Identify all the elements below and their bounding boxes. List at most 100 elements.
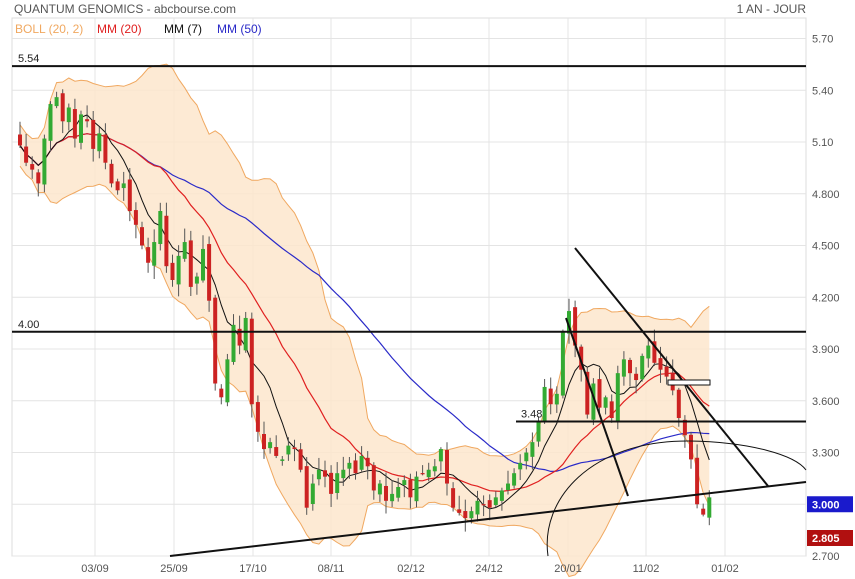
- candle-body: [255, 402, 260, 432]
- candle: [213, 294, 218, 391]
- candle-body: [292, 447, 297, 450]
- y-tick-label: 4.500: [812, 241, 840, 253]
- candle-body: [664, 366, 669, 377]
- candle-body: [597, 379, 602, 408]
- x-tick-label: 03/09: [81, 563, 109, 575]
- candle-body: [524, 452, 529, 462]
- last-price-badge-text: 2.805: [812, 533, 840, 545]
- candle-body: [121, 183, 126, 189]
- candle-body: [628, 359, 632, 374]
- price-chart: 5.54 4.00 3.48 5.70 5.40 5.10 4.800 4.500 4.200…: [11, 2, 853, 578]
- period-label: 1 AN - JOUR: [737, 2, 807, 16]
- chart-title: QUANTUM GENOMICS - abcbourse.com: [14, 2, 236, 16]
- x-axis-ticks: 03/09 25/09 17/10 08/11 02/12 24/12 20/01 11/02…: [81, 563, 739, 575]
- candle-body: [152, 242, 157, 266]
- indicator-legend: BOLL (20, 2) MM (20) MM (7) MM (50): [15, 22, 262, 36]
- candle: [640, 353, 645, 382]
- candle-body: [347, 462, 352, 469]
- candle-body: [329, 472, 334, 494]
- candle-body: [194, 276, 199, 284]
- candle-body: [518, 462, 523, 470]
- candle-body: [689, 434, 693, 460]
- candle: [42, 134, 47, 193]
- candle-body: [310, 483, 315, 505]
- y-tick-label: 2.700: [812, 551, 840, 563]
- candle-body: [554, 393, 559, 405]
- price-badges: 3.000 2.805: [807, 496, 853, 546]
- level-label-3.48: 3.48: [521, 408, 542, 420]
- candle-body: [408, 479, 413, 498]
- candle-body: [481, 504, 486, 506]
- reference-badge-text: 3.000: [812, 499, 840, 511]
- legend-item-1: MM (20): [97, 22, 142, 36]
- candle-body: [621, 359, 626, 377]
- candle-body: [164, 215, 169, 267]
- candle-body: [262, 433, 266, 450]
- y-tick-label: 5.10: [812, 137, 833, 149]
- legend-item-2: MM (7): [164, 22, 202, 36]
- candle-body: [560, 331, 565, 396]
- candle-body: [615, 373, 620, 422]
- x-tick-label: 24/12: [475, 563, 503, 575]
- candle-body: [140, 227, 144, 246]
- y-axis-ticks: 5.70 5.40 5.10 4.800 4.500 4.200 3.900 3.600 3.3…: [812, 34, 840, 564]
- candle-body: [182, 242, 187, 259]
- candle-body: [115, 181, 120, 191]
- chart-header: QUANTUM GENOMICS - abcbourse.com 1 AN - …: [14, 2, 806, 16]
- candle: [249, 312, 254, 418]
- x-tick-label: 01/02: [711, 563, 739, 575]
- candle-body: [201, 248, 205, 281]
- x-tick-label: 20/01: [554, 563, 582, 575]
- candle-body: [530, 442, 535, 457]
- x-tick-label: 11/02: [633, 563, 660, 575]
- candle-body: [274, 447, 279, 456]
- candle-body: [213, 297, 218, 384]
- candle-body: [384, 485, 388, 501]
- candle-body: [66, 107, 71, 123]
- candle-body: [646, 345, 651, 359]
- legend-item-3: MM (50): [217, 22, 262, 36]
- candle-body: [701, 508, 706, 515]
- candle-body: [506, 483, 510, 491]
- candle-body: [353, 460, 358, 474]
- candle-body: [676, 389, 681, 418]
- candle-body: [640, 355, 645, 380]
- candle-body: [341, 469, 346, 479]
- candle-body: [438, 449, 443, 462]
- candle-body: [457, 509, 462, 513]
- candle-body: [365, 457, 370, 467]
- x-tick-label: 17/10: [239, 563, 267, 575]
- candle-body: [371, 465, 376, 491]
- candle-body: [432, 466, 437, 472]
- candle-body: [133, 210, 138, 225]
- candle-body: [634, 373, 639, 381]
- candle-body: [280, 459, 285, 461]
- x-tick-label: 02/12: [397, 563, 425, 575]
- candle-body: [243, 317, 248, 351]
- candle-body: [396, 487, 401, 498]
- candle-body: [170, 262, 175, 280]
- candle: [615, 365, 620, 430]
- candle-body: [377, 483, 382, 495]
- candle-body: [298, 449, 303, 470]
- candle-body: [359, 455, 364, 470]
- candle-body: [72, 109, 77, 139]
- candle-body: [176, 255, 181, 285]
- candle-body: [499, 490, 504, 501]
- candle-body: [335, 473, 340, 494]
- candle-body: [542, 386, 547, 422]
- candle-body: [207, 244, 212, 301]
- level-label-4.00: 4.00: [18, 319, 39, 331]
- candle-body: [225, 359, 230, 403]
- candle-body: [475, 500, 480, 515]
- y-tick-label: 5.70: [812, 34, 833, 46]
- candle-body: [469, 511, 474, 519]
- candle-body: [707, 497, 712, 518]
- candle-body: [48, 104, 53, 141]
- candle-body: [420, 473, 425, 475]
- candle-body: [426, 469, 431, 478]
- y-tick-label: 3.900: [812, 344, 840, 356]
- candle-body: [286, 445, 291, 455]
- x-tick-label: 25/09: [160, 563, 188, 575]
- candle-body: [414, 476, 419, 502]
